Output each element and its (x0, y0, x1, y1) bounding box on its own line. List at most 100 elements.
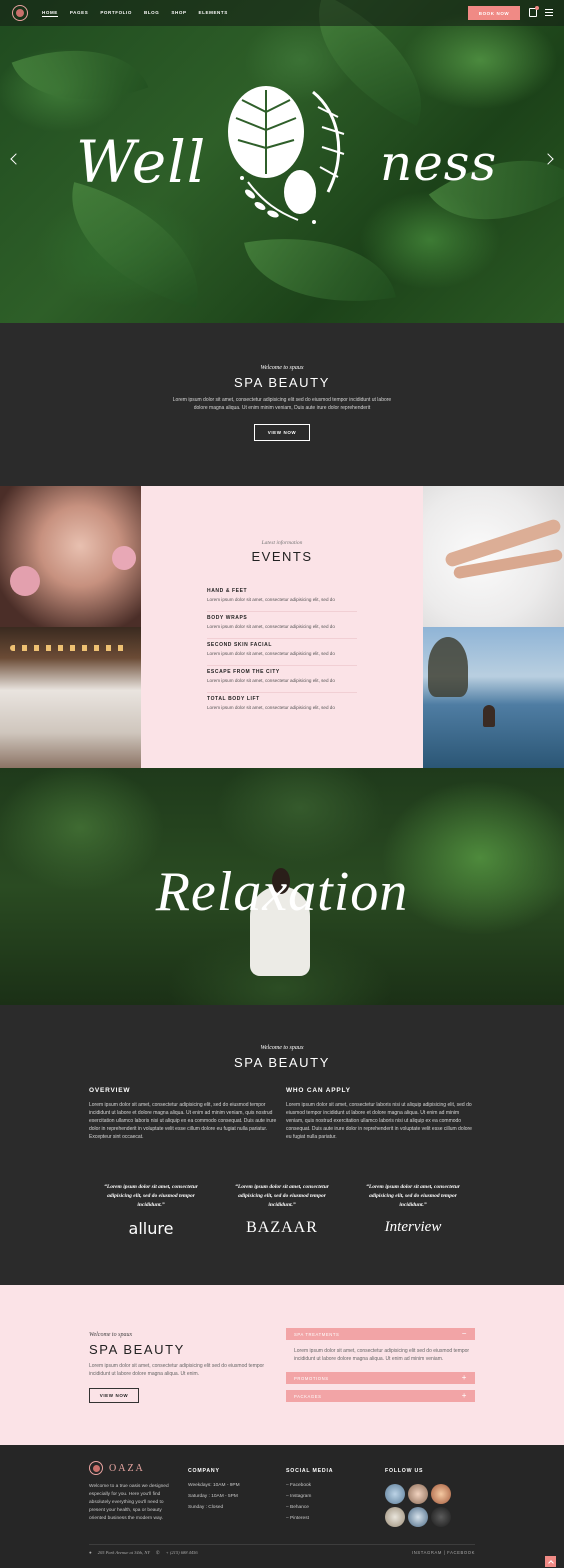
cart-icon[interactable] (529, 6, 539, 17)
quote-text: “Lorem ipsum dolor sit amet, consectetur… (366, 1184, 460, 1208)
events-kicker: Latest information (261, 540, 303, 546)
accordion-body: Lorem ipsum dolor sit amet, consectetur … (294, 1348, 470, 1362)
location-icon: ● (89, 1550, 92, 1555)
footer-address: 205 Park Avenue at 34th, NY (97, 1550, 150, 1555)
event-item[interactable]: BODY WRAPS Lorem ipsum dolor sit amet, c… (207, 615, 357, 639)
prev-arrow-icon[interactable] (10, 153, 22, 165)
apply-text: Lorem ipsum dolor sit amet, consectetur … (286, 1102, 472, 1140)
menu-item-pages[interactable]: PAGES (70, 10, 88, 17)
instagram-thumb[interactable] (431, 1484, 451, 1504)
instagram-thumb[interactable] (431, 1507, 451, 1527)
flower-shape (10, 566, 40, 596)
photo-massage (0, 627, 141, 768)
person-shape (483, 705, 495, 727)
photo-feet-bath (423, 486, 564, 627)
social-link-pinterest[interactable]: – Pinterest (286, 1513, 309, 1524)
instagram-thumb[interactable] (408, 1484, 428, 1504)
leaf-emblem-icon (228, 86, 345, 224)
footer-brand-name: OAZA (109, 1462, 145, 1474)
social-link-facebook[interactable]: – Facebook (286, 1480, 311, 1491)
intro-text-line1: Lorem ipsum dolor sit amet, consectetur … (172, 397, 392, 403)
logo-icon (89, 1461, 103, 1475)
events-title: EVENTS (251, 549, 313, 564)
intro-kicker: Welcome to spaux (260, 365, 304, 371)
about-title: SPA BEAUTY (234, 1055, 330, 1070)
relaxation-banner: Relaxation (0, 768, 564, 1005)
about-section: Welcome to spaux SPA BEAUTY OVERVIEW Lor… (0, 1005, 564, 1285)
follow-title: FOLLOW US (385, 1468, 424, 1474)
event-item[interactable]: TOTAL BODY LIFT Lorem ipsum dolor sit am… (207, 696, 357, 720)
menu-item-blog[interactable]: BLOG (144, 10, 159, 17)
accordion-spa-treatments[interactable]: SPA TREATMENTS − (286, 1328, 475, 1340)
pink-section: Welcome to spaux SPA BEAUTY Lorem ipsum … (0, 1285, 564, 1445)
company-line: Sunday : Closed (188, 1505, 224, 1510)
overview-text: Lorem ipsum dolor sit amet, consectetur … (89, 1102, 277, 1140)
footer-about: Welcome to a true oasis we designed espe… (89, 1484, 169, 1521)
quote-text: “Lorem ipsum dolor sit amet, consectetur… (104, 1184, 198, 1208)
photo-infinity-pool (423, 627, 564, 768)
brand-logo-bazaar: BAZAAR (246, 1219, 318, 1236)
accordion-packages[interactable]: PACKAGES + (286, 1390, 475, 1402)
event-title: BODY WRAPS (207, 615, 248, 621)
instagram-thumb[interactable] (385, 1507, 405, 1527)
brand-logo-allure: allure (128, 1219, 174, 1238)
menu-item-shop[interactable]: SHOP (171, 10, 186, 17)
event-item[interactable]: SECOND SKIN FACIAL Lorem ipsum dolor sit… (207, 642, 357, 666)
overview-title: OVERVIEW (89, 1087, 131, 1094)
chevron-up-icon (547, 1559, 554, 1566)
event-desc: Lorem ipsum dolor sit amet, consectetur … (207, 651, 335, 656)
instagram-thumb[interactable] (385, 1484, 405, 1504)
plus-icon[interactable]: + (462, 1392, 467, 1400)
footer-contact: ● 205 Park Avenue at 34th, NY ✆ + (215) … (89, 1550, 198, 1556)
minus-icon[interactable]: − (462, 1330, 467, 1338)
event-title: ESCAPE FROM THE CITY (207, 669, 280, 675)
event-item[interactable]: HAND & FEET Lorem ipsum dolor sit amet, … (207, 588, 357, 612)
intro-section: Welcome to spaux SPA BEAUTY Lorem ipsum … (0, 323, 564, 486)
event-desc: Lorem ipsum dolor sit amet, consectetur … (207, 597, 335, 602)
hero-word-left: Well (76, 128, 207, 196)
pink-title: SPA BEAUTY (89, 1342, 185, 1357)
top-navbar: HOME PAGES PORTFOLIO BLOG SHOP ELEMENTS … (0, 0, 564, 26)
plus-icon[interactable]: + (462, 1374, 467, 1382)
accordion-promotions[interactable]: PROMOTIONS + (286, 1372, 475, 1384)
intro-title: SPA BEAUTY (234, 375, 330, 390)
footer-social-links[interactable]: INSTAGRAM | FACEBOOK (412, 1550, 475, 1555)
about-kicker: Welcome to spaux (260, 1045, 304, 1051)
pink-view-now-button[interactable]: VIEW NOW (89, 1388, 139, 1403)
menu-item-elements[interactable]: ELEMENTS (199, 10, 228, 17)
intro-view-now-button[interactable]: VIEW NOW (254, 424, 310, 441)
hero-word-right: ness (380, 134, 498, 192)
company-line: Weekdays: 10AM - 9PM (188, 1483, 240, 1488)
social-link-instagram[interactable]: – Instagram (286, 1491, 311, 1502)
menu-item-portfolio[interactable]: PORTFOLIO (100, 10, 132, 17)
back-to-top-button[interactable] (545, 1556, 556, 1567)
accordion-label: SPA TREATMENTS (294, 1331, 340, 1337)
phone-icon: ✆ (155, 1550, 160, 1555)
intro-text-line2: dolore magna aliqua. Ut enim minim venia… (193, 405, 371, 411)
event-desc: Lorem ipsum dolor sit amet, consectetur … (207, 678, 335, 683)
book-now-button[interactable]: BOOK NOW (468, 6, 520, 20)
footer-brand[interactable]: OAZA (89, 1461, 145, 1475)
main-menu: HOME PAGES PORTFOLIO BLOG SHOP ELEMENTS (42, 10, 228, 17)
event-desc: Lorem ipsum dolor sit amet, consectetur … (207, 705, 335, 710)
brand-logo-interview: Interview (384, 1219, 442, 1235)
instagram-thumb[interactable] (408, 1507, 428, 1527)
flower-shape (112, 546, 136, 570)
company-title: COMPANY (188, 1468, 220, 1474)
event-title: TOTAL BODY LIFT (207, 696, 260, 702)
menu-item-home[interactable]: HOME (42, 10, 58, 17)
tree-shape (428, 637, 468, 697)
company-line: Saturday : 10AM - 5PM (188, 1494, 238, 1499)
footer-divider (89, 1544, 475, 1545)
cart-badge (535, 6, 539, 10)
logo-icon[interactable] (12, 5, 28, 21)
footer: OAZA Welcome to a true oasis we designed… (0, 1445, 564, 1568)
event-title: HAND & FEET (207, 588, 248, 594)
menu-icon[interactable] (545, 9, 553, 18)
pink-text: Lorem ipsum dolor sit amet, consectetur … (89, 1363, 265, 1377)
event-title: SECOND SKIN FACIAL (207, 642, 272, 648)
social-link-behance[interactable]: – Behance (286, 1502, 309, 1513)
event-item[interactable]: ESCAPE FROM THE CITY Lorem ipsum dolor s… (207, 669, 357, 693)
events-panel: Latest information EVENTS HAND & FEET Lo… (141, 486, 423, 768)
leaf-shape (244, 218, 396, 322)
